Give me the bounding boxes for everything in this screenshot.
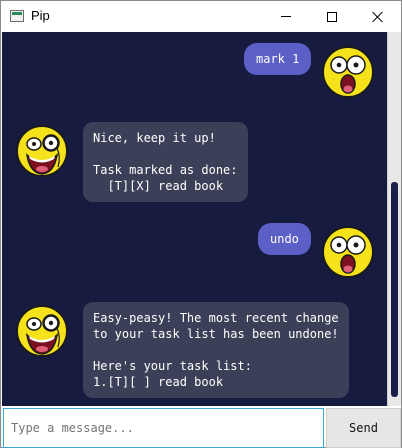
title-bar[interactable]: Pip bbox=[1, 1, 401, 32]
app-window: Pip mark 1 Nice, keep it up! Task marked… bbox=[0, 0, 402, 448]
maximize-button[interactable] bbox=[309, 1, 355, 32]
close-button[interactable] bbox=[355, 1, 401, 32]
surprised-face-icon bbox=[322, 46, 374, 98]
minimize-button[interactable] bbox=[263, 1, 309, 32]
minimize-icon bbox=[281, 16, 291, 17]
message-input[interactable] bbox=[3, 408, 324, 448]
bot-message: Easy-peasy! The most recent change to yo… bbox=[83, 302, 349, 398]
user-message: undo bbox=[258, 223, 311, 255]
chat-scroll-pane[interactable]: mark 1 Nice, keep it up! Task marked as … bbox=[2, 32, 387, 406]
monocle-face-icon bbox=[16, 305, 68, 357]
user-message: mark 1 bbox=[244, 43, 312, 75]
close-icon bbox=[372, 11, 384, 23]
monocle-face-icon bbox=[16, 125, 68, 177]
bot-message: Nice, keep it up! Task marked as done: [… bbox=[83, 122, 248, 202]
send-button[interactable]: Send bbox=[326, 408, 401, 448]
vertical-scrollbar[interactable] bbox=[387, 32, 401, 406]
scrollbar-thumb[interactable] bbox=[391, 182, 398, 397]
window-title: Pip bbox=[31, 8, 50, 23]
surprised-face-icon bbox=[322, 226, 374, 278]
maximize-icon bbox=[327, 11, 337, 22]
app-icon bbox=[10, 10, 24, 22]
